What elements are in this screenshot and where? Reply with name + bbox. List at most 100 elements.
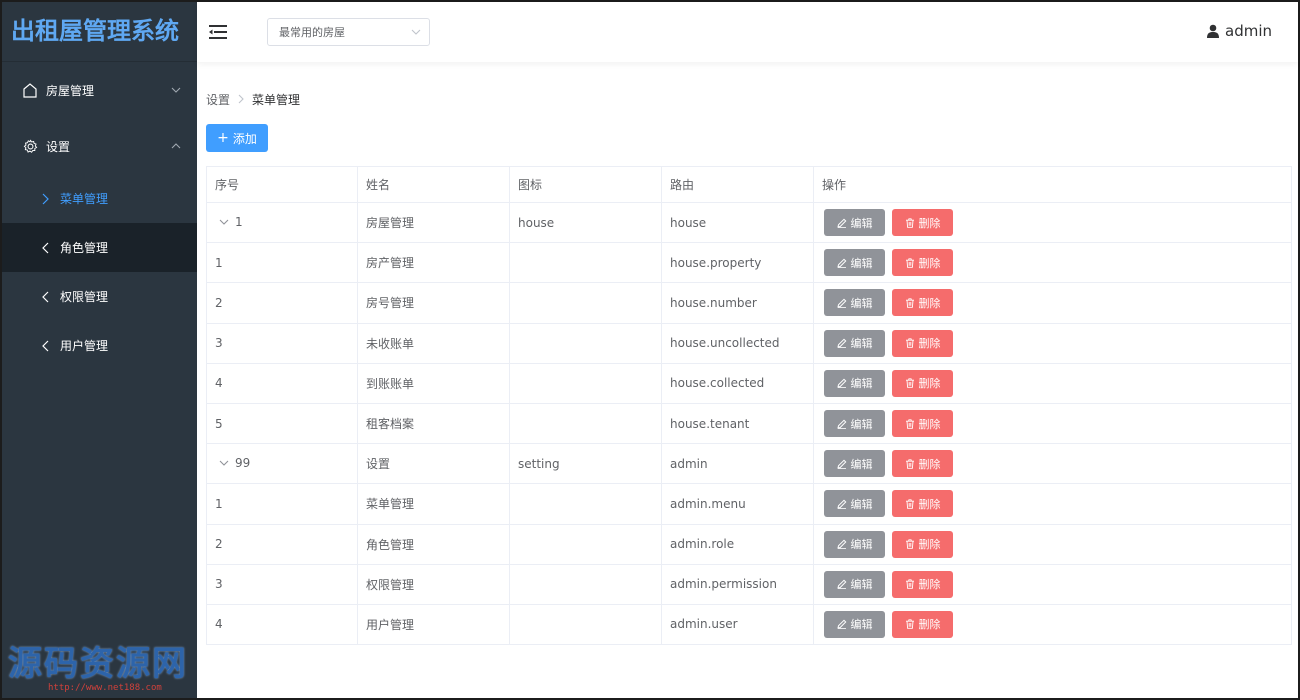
edit-icon bbox=[836, 258, 846, 268]
menu-toggle-icon[interactable] bbox=[209, 25, 227, 39]
delete-button-label: 删除 bbox=[918, 417, 941, 431]
delete-button-label: 删除 bbox=[918, 377, 941, 391]
table-row: 99 设置 setting admin 编辑 删除 bbox=[206, 443, 1292, 485]
delete-button-label: 删除 bbox=[918, 538, 941, 552]
sidebar-item-menu-management[interactable]: 菜单管理 bbox=[2, 174, 197, 223]
edit-button[interactable]: 编辑 bbox=[824, 209, 885, 237]
edit-button[interactable]: 编辑 bbox=[824, 329, 885, 357]
edit-button[interactable]: 编辑 bbox=[824, 410, 885, 438]
edit-button-label: 编辑 bbox=[850, 337, 873, 351]
edit-button[interactable]: 编辑 bbox=[824, 289, 885, 317]
trash-icon bbox=[905, 619, 914, 630]
edit-button-label: 编辑 bbox=[850, 497, 873, 511]
sidebar: 出租屋管理系统 房屋管理 设置 菜单管理 角色管理 权限管理 用户管理 bbox=[2, 2, 197, 698]
sidebar-item-permission-management[interactable]: 权限管理 bbox=[2, 272, 197, 321]
route-cell: house bbox=[661, 201, 814, 244]
delete-button[interactable]: 删除 bbox=[892, 450, 953, 478]
sidebar-group-house[interactable]: 房屋管理 bbox=[2, 62, 197, 118]
name-cell: 房屋管理 bbox=[357, 201, 510, 244]
route-cell: house.collected bbox=[661, 362, 814, 404]
breadcrumb-parent[interactable]: 设置 bbox=[206, 91, 230, 108]
table-row: 3 未收账单 house.uncollected 编辑 删除 bbox=[206, 322, 1292, 364]
edit-button[interactable]: 编辑 bbox=[824, 570, 885, 598]
edit-button[interactable]: 编辑 bbox=[824, 369, 885, 397]
delete-button[interactable]: 删除 bbox=[892, 610, 953, 638]
delete-button[interactable]: 删除 bbox=[892, 329, 953, 357]
icon-cell bbox=[509, 362, 662, 404]
menu-table: 序号 姓名 图标 路由 操作 1 房屋管理 house house 编辑 删除 1 房产管理 h… bbox=[206, 166, 1292, 646]
table-row: 4 到账账单 house.collected 编辑 删除 bbox=[206, 362, 1292, 404]
chevron-right-icon bbox=[42, 193, 52, 205]
actions-cell: 编辑 删除 bbox=[813, 603, 1292, 646]
delete-button[interactable]: 删除 bbox=[892, 570, 953, 598]
id-cell: 3 bbox=[206, 563, 358, 605]
row-id: 2 bbox=[215, 537, 223, 552]
sidebar-group-settings[interactable]: 设置 bbox=[2, 118, 197, 174]
delete-button[interactable]: 删除 bbox=[892, 289, 953, 317]
breadcrumb-separator-icon bbox=[238, 93, 244, 107]
table-row: 3 权限管理 admin.permission 编辑 删除 bbox=[206, 563, 1292, 605]
delete-button[interactable]: 删除 bbox=[892, 410, 953, 438]
edit-button-label: 编辑 bbox=[850, 618, 873, 632]
sidebar-item-label: 菜单管理 bbox=[60, 192, 109, 206]
sidebar-group-label: 设置 bbox=[46, 139, 71, 154]
name-cell: 权限管理 bbox=[357, 563, 510, 605]
expand-toggle[interactable]: 99 bbox=[215, 456, 250, 470]
table-row: 1 房屋管理 house house 编辑 删除 bbox=[206, 201, 1292, 244]
edit-button[interactable]: 编辑 bbox=[824, 490, 885, 518]
add-button[interactable]: + 添加 bbox=[206, 124, 268, 152]
trash-icon bbox=[905, 418, 914, 429]
edit-icon bbox=[836, 620, 846, 630]
sidebar-group-label: 房屋管理 bbox=[46, 83, 95, 98]
edit-button[interactable]: 编辑 bbox=[824, 450, 885, 478]
id-cell: 1 bbox=[206, 242, 358, 284]
delete-button-label: 删除 bbox=[918, 256, 941, 270]
edit-button[interactable]: 编辑 bbox=[824, 249, 885, 277]
delete-button[interactable]: 删除 bbox=[892, 490, 953, 518]
id-cell: 1 bbox=[206, 483, 358, 525]
table-row: 5 租客档案 house.tenant 编辑 删除 bbox=[206, 402, 1292, 445]
trash-icon bbox=[905, 258, 914, 268]
trash-icon bbox=[905, 298, 914, 308]
id-cell: 5 bbox=[206, 402, 358, 445]
actions-cell: 编辑 删除 bbox=[813, 483, 1292, 525]
edit-icon bbox=[836, 378, 846, 389]
name-cell: 房产管理 bbox=[357, 242, 510, 284]
column-header: 路由 bbox=[661, 166, 814, 203]
row-id: 1 bbox=[215, 255, 223, 270]
home-icon bbox=[22, 82, 38, 98]
sidebar-item-role-management[interactable]: 角色管理 bbox=[2, 223, 197, 272]
route-cell: admin.menu bbox=[661, 483, 814, 525]
column-header: 图标 bbox=[509, 166, 662, 203]
edit-icon bbox=[836, 579, 846, 590]
edit-button[interactable]: 编辑 bbox=[824, 610, 885, 638]
delete-button[interactable]: 删除 bbox=[892, 530, 953, 558]
delete-button-label: 删除 bbox=[918, 457, 941, 471]
route-cell: admin bbox=[661, 443, 814, 485]
row-id: 4 bbox=[215, 376, 223, 391]
row-id: 3 bbox=[215, 577, 223, 592]
sidebar-item-label: 角色管理 bbox=[60, 241, 109, 255]
sidebar-item-user-management[interactable]: 用户管理 bbox=[2, 321, 197, 370]
edit-button-label: 编辑 bbox=[850, 578, 873, 592]
chevron-left-icon bbox=[42, 340, 52, 352]
delete-button[interactable]: 删除 bbox=[892, 249, 953, 277]
edit-icon bbox=[836, 298, 846, 308]
edit-icon bbox=[836, 338, 846, 349]
breadcrumb: 设置 菜单管理 bbox=[206, 91, 300, 108]
edit-button-label: 编辑 bbox=[850, 377, 873, 391]
house-select[interactable]: 最常用的房屋 bbox=[267, 18, 430, 46]
main-content: 设置 菜单管理 + 添加 序号 姓名 图标 路由 操作 1 房屋管理 house ho… bbox=[197, 62, 1298, 698]
user-menu[interactable]: admin bbox=[1207, 22, 1272, 40]
delete-button[interactable]: 删除 bbox=[892, 209, 953, 237]
column-header: 姓名 bbox=[357, 166, 510, 203]
edit-button[interactable]: 编辑 bbox=[824, 530, 885, 558]
delete-button[interactable]: 删除 bbox=[892, 369, 953, 397]
delete-button-label: 删除 bbox=[918, 337, 941, 351]
icon-cell bbox=[509, 523, 662, 565]
expand-toggle[interactable]: 1 bbox=[215, 215, 243, 229]
edit-button-label: 编辑 bbox=[850, 538, 873, 552]
row-id: 4 bbox=[215, 617, 223, 632]
name-cell: 到账账单 bbox=[357, 362, 510, 404]
delete-button-label: 删除 bbox=[918, 296, 941, 310]
